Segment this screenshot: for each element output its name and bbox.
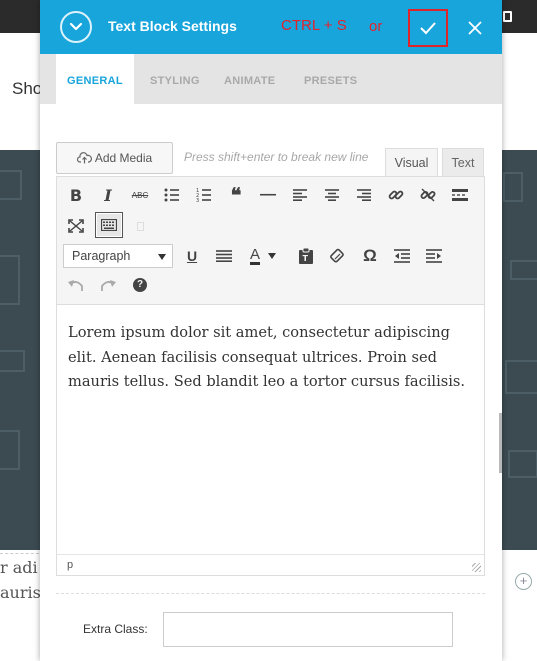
text-mode-tab[interactable]: Text [442, 148, 484, 176]
background-text-line: auris [0, 583, 41, 602]
editor-content[interactable]: Lorem ipsum dolor sit amet, consectetur … [57, 306, 484, 554]
text-color-icon[interactable]: A [243, 243, 283, 269]
strikethrough-icon[interactable]: ABC [127, 182, 153, 208]
unlink-icon[interactable] [415, 182, 441, 208]
save-button[interactable] [408, 9, 448, 47]
help-icon[interactable]: ? [127, 272, 153, 298]
dropdown-arrow-icon [158, 254, 166, 260]
text-editor: B I ABC 123 ❝ — Paragraph U A T Ω ? Lore… [56, 176, 485, 576]
close-button[interactable] [460, 13, 490, 43]
background-nav-text: Sho [12, 79, 43, 98]
cloud-upload-icon [76, 152, 92, 164]
fullscreen-icon[interactable] [63, 213, 89, 239]
text-block-settings-panel: Text Block Settings CTRL + S or GENERAL … [40, 0, 502, 661]
shortcut-or-text: or [369, 18, 383, 35]
extra-class-input[interactable] [163, 612, 453, 647]
tab-styling[interactable]: STYLING [150, 54, 200, 104]
justify-icon[interactable] [211, 243, 237, 269]
editor-status-bar: p [57, 554, 484, 575]
placeholder-checkbox [137, 222, 144, 231]
numbered-list-icon[interactable]: 123 [191, 182, 217, 208]
align-right-icon[interactable] [351, 182, 377, 208]
help-glyph: ? [133, 278, 147, 292]
background-text-line: r adi [0, 558, 38, 577]
format-select-value: Paragraph [72, 249, 131, 263]
editor-toolbar: B I ABC 123 ❝ — Paragraph U A T Ω ? [57, 177, 484, 305]
italic-icon[interactable]: I [95, 182, 121, 208]
line-break-hint: Press shift+enter to break new line [184, 150, 369, 164]
toolbar-toggle-icon[interactable] [95, 212, 123, 238]
section-divider [56, 593, 485, 594]
svg-text:T: T [303, 254, 309, 263]
chevron-down-icon [69, 22, 83, 31]
panel-title: Text Block Settings [108, 18, 237, 34]
align-left-icon[interactable] [287, 182, 313, 208]
tab-general[interactable]: GENERAL [56, 54, 134, 104]
blockquote-icon[interactable]: ❝ [223, 182, 249, 208]
redo-icon[interactable] [95, 272, 121, 298]
tab-animate[interactable]: ANIMATE [224, 54, 275, 104]
settings-tabs: GENERAL STYLING ANIMATE PRESETS [40, 54, 502, 104]
paste-text-icon[interactable]: T [293, 243, 319, 269]
horizontal-line-icon[interactable]: — [255, 182, 281, 208]
collapse-button[interactable] [60, 11, 92, 43]
clear-formatting-icon[interactable] [325, 243, 351, 269]
chevron-down-icon [268, 253, 276, 259]
svg-text:3: 3 [196, 198, 199, 202]
read-more-icon[interactable] [447, 182, 473, 208]
indent-icon[interactable] [421, 243, 447, 269]
bold-icon[interactable]: B [63, 182, 89, 208]
tab-presets[interactable]: PRESETS [304, 54, 357, 104]
undo-icon[interactable] [63, 272, 89, 298]
resize-handle-icon[interactable] [472, 563, 481, 572]
add-media-label: Add Media [94, 151, 153, 165]
background-divider [0, 553, 39, 554]
panel-header: Text Block Settings CTRL + S or [40, 0, 502, 54]
add-media-button[interactable]: Add Media [56, 142, 173, 174]
format-select[interactable]: Paragraph [63, 244, 173, 268]
shortcut-hint: CTRL + S [281, 17, 347, 34]
align-center-icon[interactable] [319, 182, 345, 208]
mobile-device-icon[interactable] [503, 11, 512, 22]
underline-icon[interactable]: U [179, 243, 205, 269]
panel-scrollbar[interactable] [499, 413, 502, 473]
add-element-icon[interactable]: + [515, 573, 532, 590]
element-path[interactable]: p [67, 559, 73, 571]
special-character-icon[interactable]: Ω [357, 243, 383, 269]
text-color-glyph: A [249, 245, 260, 265]
bullet-list-icon[interactable] [159, 182, 185, 208]
checkmark-icon [420, 22, 436, 35]
close-icon [468, 21, 482, 35]
extra-class-label: Extra Class: [83, 622, 148, 636]
visual-mode-tab[interactable]: Visual [385, 148, 438, 176]
outdent-icon[interactable] [389, 243, 415, 269]
link-icon[interactable] [383, 182, 409, 208]
